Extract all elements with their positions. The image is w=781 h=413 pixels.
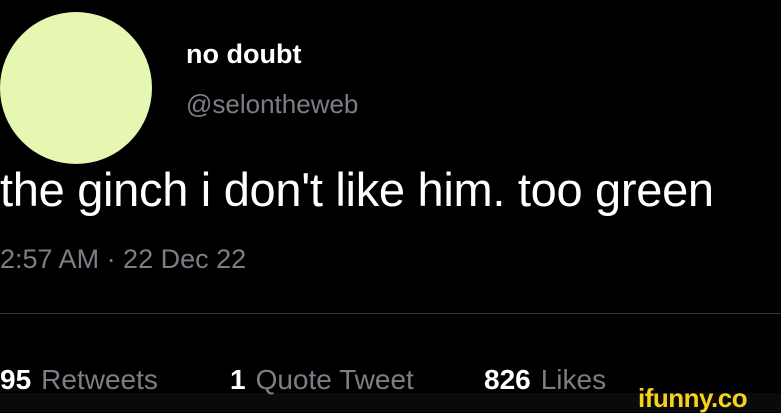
- tweet-timestamp[interactable]: 2:57 AM · 22 Dec 22: [0, 242, 246, 276]
- avatar[interactable]: [0, 12, 152, 164]
- tweet-text: the ginch i don't like him. too green: [0, 163, 714, 216]
- retweets-count: 95: [0, 364, 32, 395]
- likes-label: Likes: [540, 364, 607, 395]
- retweets-stat[interactable]: 95 Retweets: [0, 360, 158, 400]
- quote-tweets-count: 1: [230, 364, 246, 395]
- user-handle[interactable]: @selontheweb: [186, 88, 358, 120]
- ifunny-watermark: ifunny.co: [638, 383, 748, 413]
- divider: [0, 313, 781, 314]
- retweets-label: Retweets: [41, 364, 158, 395]
- display-name[interactable]: no doubt: [186, 38, 301, 70]
- quote-tweets-label: Quote Tweet: [255, 364, 414, 395]
- likes-stat[interactable]: 826 Likes: [484, 360, 606, 400]
- quote-tweets-stat[interactable]: 1 Quote Tweet: [230, 360, 414, 400]
- likes-count: 826: [484, 364, 531, 395]
